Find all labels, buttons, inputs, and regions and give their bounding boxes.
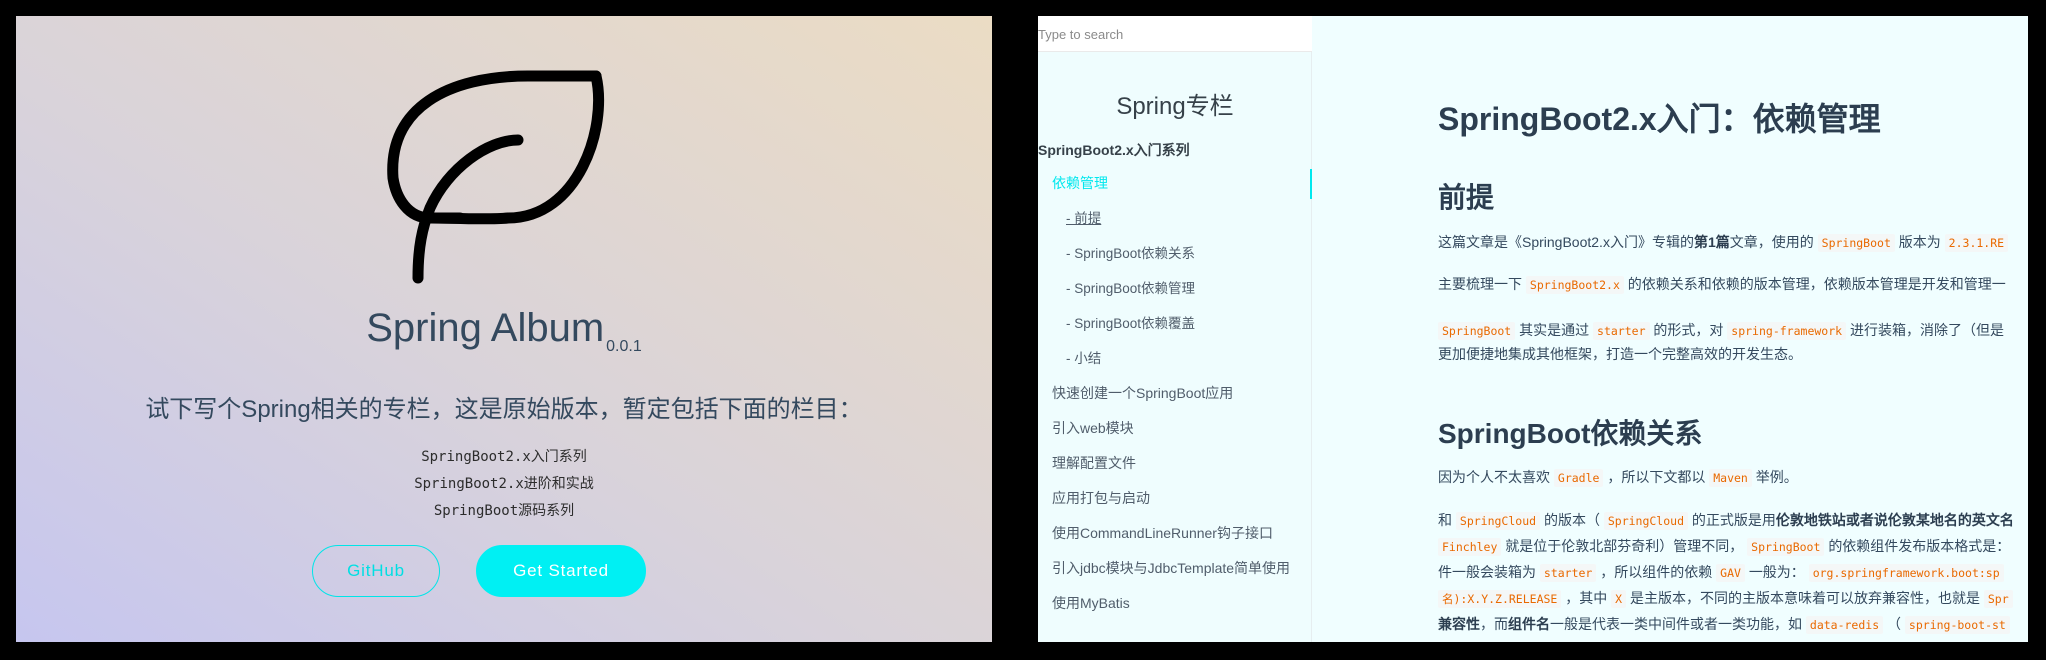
sidebar-item-label: - 前提 (1066, 211, 1102, 226)
article-title: SpringBoot2.x入门：依赖管理 (1438, 101, 1881, 137)
cover-buttons: GitHub Get Started (16, 545, 992, 597)
paragraph: SpringBoot 其实是通过 starter 的形式，对 spring-fr… (1438, 317, 2004, 344)
sidebar-item-premise[interactable]: - 前提 (1038, 201, 1312, 236)
heading-dependency-relations: SpringBoot依赖关系 (1438, 418, 1703, 449)
paragraph: 名):X.Y.Z.RELEASE ，其中 X 是主版本，不同的主版本意味着可以放… (1438, 585, 2013, 612)
app-name[interactable]: Spring专栏 (1038, 86, 1312, 121)
cover-title-text: Spring Album (366, 306, 605, 350)
paragraph: 和 SpringCloud 的版本（ SpringCloud 的正式版是用伦敦地… (1438, 512, 2014, 530)
paragraph: 兼容性，而组件名一般是代表一类中间件或者一类功能，如 data-redis （ … (1438, 611, 2010, 638)
sidebar-item-commandlinerunner[interactable]: 使用CommandLineRunner钩子接口 (1038, 516, 1312, 551)
series-list: SpringBoot2.x入门系列 SpringBoot2.x进阶和实战 Spr… (16, 444, 992, 525)
series-item: SpringBoot2.x入门系列 (421, 449, 587, 465)
sidebar-item-dependency-management[interactable]: 依赖管理 (1038, 166, 1312, 201)
sidebar-item-summary[interactable]: - 小结 (1038, 341, 1312, 376)
version-label: 0.0.1 (606, 338, 642, 355)
active-indicator (1310, 169, 1312, 199)
sidebar-item-quick-create[interactable]: 快速创建一个SpringBoot应用 (1038, 376, 1312, 411)
paragraph: 这篇文章是《SpringBoot2.x入门》专辑的第1篇文章，使用的 Sprin… (1438, 229, 2009, 256)
paragraph: 主要梳理一下 SpringBoot2.x 的依赖关系和依赖的版本管理，依赖版本管… (1438, 276, 2006, 294)
search-box (1038, 16, 1312, 52)
sidebar-item-web-module[interactable]: 引入web模块 (1038, 411, 1312, 446)
sidebar-nav: 依赖管理 - 前提 - SpringBoot依赖关系 - SpringBoot依… (1038, 166, 1312, 621)
search-input[interactable] (1038, 16, 1312, 52)
series-item: SpringBoot源码系列 (433, 503, 575, 519)
sidebar-item-dependency-relations[interactable]: - SpringBoot依赖关系 (1038, 236, 1312, 271)
cover-description: 试下写个Spring相关的专栏，这是原始版本，暂定包括下面的栏目： (145, 396, 863, 423)
series-item: SpringBoot2.x进阶和实战 (414, 476, 594, 492)
sidebar-item-config-file[interactable]: 理解配置文件 (1038, 446, 1312, 481)
paragraph: Finchley 就是位于伦敦北部芬奇利）管理不同， SpringBoot 的依… (1438, 533, 2010, 560)
leaf-logo-icon (387, 70, 605, 284)
heading-premise: 前提 (1438, 182, 1495, 213)
sidebar-section-title: SpringBoot2.x入门系列 (1038, 142, 1190, 158)
paragraph: 件一般会装箱为 starter ，所以组件的依赖 GAV 一般为： org.sp… (1438, 559, 2004, 586)
sidebar-item-dependency-version-management[interactable]: - SpringBoot依赖管理 (1038, 271, 1312, 306)
get-started-button[interactable]: Get Started (476, 545, 646, 597)
sidebar-item-package-start[interactable]: 应用打包与启动 (1038, 481, 1312, 516)
sidebar-item-jdbc[interactable]: 引入jdbc模块与JdbcTemplate简单使用 (1038, 551, 1312, 586)
docs-page: Spring专栏 SpringBoot2.x入门系列 依赖管理 - 前提 - S… (1038, 16, 2028, 642)
sidebar: Spring专栏 SpringBoot2.x入门系列 依赖管理 - 前提 - S… (1038, 16, 1312, 642)
github-button[interactable]: GitHub (312, 545, 440, 597)
sidebar-item-mybatis[interactable]: 使用MyBatis (1038, 586, 1312, 621)
sidebar-item-dependency-override[interactable]: - SpringBoot依赖覆盖 (1038, 306, 1312, 341)
paragraph: 更加便捷地集成其他框架，打造一个完整高效的开发生态。 (1438, 346, 1802, 362)
cover-page: Spring Album 0.0.1 试下写个Spring相关的专栏，这是原始版本… (16, 16, 992, 642)
cover-title: Spring Album 0.0.1 (16, 306, 992, 356)
paragraph: 因为个人不太喜欢 Gradle ，所以下文都以 Maven 举例。 (1438, 469, 1798, 487)
